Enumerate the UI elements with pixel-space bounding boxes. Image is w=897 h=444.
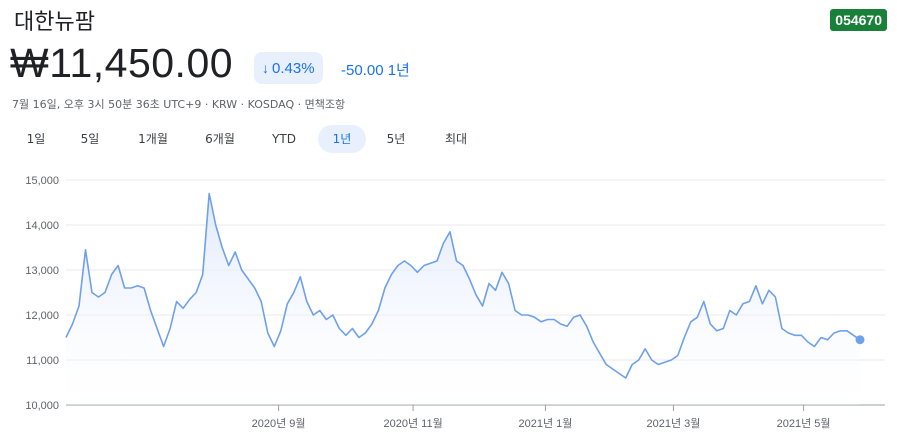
x-tick-label: 2020년 11월: [384, 417, 443, 430]
ticker-badge[interactable]: 054670: [830, 9, 887, 31]
tab-ytd[interactable]: YTD: [262, 125, 306, 153]
change-period: 1년: [387, 62, 410, 79]
y-tick-label: 14,000: [25, 220, 59, 232]
tab-max[interactable]: 최대: [436, 125, 476, 153]
y-tick-label: 11,000: [26, 355, 59, 367]
x-tick-label: 2021년 1월: [518, 417, 572, 430]
change-percent-badge: ↓ 0.43%: [254, 52, 323, 84]
tab-5y[interactable]: 5년: [378, 125, 414, 153]
page-title: 대한뉴팜: [14, 10, 95, 35]
tab-1m[interactable]: 1개월: [128, 125, 178, 153]
y-tick-label: 12,000: [25, 310, 59, 322]
quote-meta: 7월 16일, 오후 3시 50분 36초 UTC+9 · KRW · KOSD…: [12, 98, 346, 111]
x-tick-label: 2021년 5월: [777, 417, 831, 430]
x-tick-label: 2020년 9월: [252, 417, 306, 430]
y-tick-label: 15,000: [25, 175, 59, 187]
x-axis-labels: 2020년 9월 2020년 11월 2021년 1월 2021년 3월 2021년 5…: [252, 405, 831, 430]
y-tick-label: 13,000: [25, 265, 59, 277]
tab-5d[interactable]: 5일: [72, 125, 108, 153]
change-value: -50.00: [341, 62, 384, 79]
arrow-down-icon: ↓: [262, 60, 269, 76]
tab-1y[interactable]: 1년: [318, 125, 366, 153]
change-percent: 0.43%: [272, 60, 315, 77]
price-chart[interactable]: 10,000 11,000 12,000 13,000 14,000 15,000 202…: [0, 160, 897, 444]
change-absolute: -50.00 1년: [341, 59, 410, 80]
y-tick-label: 10,000: [25, 400, 59, 412]
tab-1d[interactable]: 1일: [18, 125, 54, 153]
tab-6m[interactable]: 6개월: [195, 125, 245, 153]
y-axis-labels: 10,000 11,000 12,000 13,000 14,000 15,000: [25, 175, 59, 412]
x-tick-label: 2021년 3월: [646, 417, 700, 430]
range-tabs: 1일 5일 1개월 6개월 YTD 1년 5년 최대: [0, 125, 500, 153]
last-price-dot: [855, 335, 865, 345]
current-price: ₩11,450.00: [10, 40, 234, 86]
